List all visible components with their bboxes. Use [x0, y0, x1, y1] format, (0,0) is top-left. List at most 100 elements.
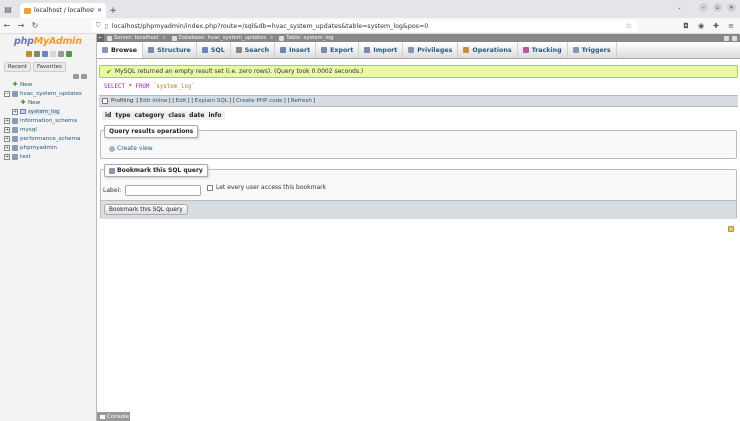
bookmark-label-input[interactable] [125, 185, 202, 196]
recent-tab[interactable]: Recent [4, 62, 32, 72]
bookmark-star-icon[interactable]: ☆ [626, 22, 632, 30]
maximize-icon[interactable]: ▫ [713, 3, 722, 12]
expand-icon[interactable]: + [12, 108, 18, 115]
page-icon: ▯ [104, 22, 108, 30]
edit-inline-link[interactable]: Edit inline [140, 98, 168, 104]
favorites-tab[interactable]: Favorites [33, 62, 66, 72]
tab-search[interactable]: Search [231, 42, 276, 58]
tab-export[interactable]: Export [316, 42, 360, 58]
back-icon[interactable]: ← [0, 18, 14, 34]
column-header-id[interactable]: id [105, 112, 111, 119]
edit-link[interactable]: Edit [176, 98, 187, 104]
url-text: localhost/phpmyadmin/index.php?route=/sq… [111, 22, 429, 30]
breadcrumb-database[interactable]: Database: hvac_system_updates [179, 35, 266, 41]
close-window-icon[interactable]: ✕ [727, 3, 736, 12]
tab-privileges[interactable]: Privileges [403, 42, 459, 58]
breadcrumb-server[interactable]: Server: localhost [114, 35, 159, 41]
database-icon [12, 126, 18, 133]
tree-item-label: test [20, 153, 31, 160]
tab-operations[interactable]: Operations [458, 42, 518, 58]
tree-item-New[interactable]: ✚ New [4, 80, 96, 89]
extensions-icon[interactable]: ✚ [711, 20, 721, 32]
create-view-link[interactable]: Create view [109, 145, 153, 152]
column-header-class[interactable]: class [168, 112, 185, 119]
query-results-operations-legend: Query results operations [104, 125, 199, 138]
tab-triggers[interactable]: Triggers [568, 42, 617, 58]
app-menu-icon[interactable]: ≡ [726, 20, 736, 32]
refresh-link[interactable]: Refresh [291, 98, 312, 104]
tree-item-performance-schema[interactable]: + performance_schema [4, 134, 96, 143]
column-header-type[interactable]: type [115, 112, 130, 119]
tree-item-system-log[interactable]: + system_log [4, 107, 96, 116]
share-bookmark-checkbox[interactable] [207, 184, 213, 191]
tree-item-label: phpmyadmin [20, 144, 57, 151]
link-panel-icon[interactable] [81, 74, 87, 79]
create-php-code-link[interactable]: Create PHP code [236, 98, 283, 104]
gear-icon[interactable] [724, 35, 729, 41]
tree-item-mysql[interactable]: + mysql [4, 125, 96, 134]
tab-browse[interactable]: Browse [97, 42, 144, 58]
tab-tracking[interactable]: Tracking [518, 42, 568, 58]
phpmyadmin-logo[interactable]: phpMyAdmin [14, 36, 82, 47]
table-icon [20, 109, 26, 114]
tab-insert[interactable]: Insert [275, 42, 317, 58]
reload-nav-icon[interactable] [66, 51, 72, 57]
minimize-icon[interactable]: – [699, 3, 708, 12]
tab-structure[interactable]: Structure [143, 42, 197, 58]
tab-import[interactable]: Import [359, 42, 404, 58]
browser-tab[interactable]: localhost / localhost / hv ✕ [20, 3, 106, 18]
tree-item-label: performance_schema [20, 135, 81, 142]
new-tab-button[interactable]: + [106, 3, 120, 18]
account-icon[interactable]: ◉ [696, 20, 706, 32]
expand-icon[interactable]: + [4, 117, 10, 124]
sql-options-bar: Profiling [Edit inline] [Edit] [Explain … [99, 95, 738, 107]
tree-item-label: hvac_system_updates [20, 90, 82, 97]
tab-sql[interactable]: SQL [197, 42, 231, 58]
database-icon [12, 144, 18, 151]
tree-item-New[interactable]: ✚ New [4, 98, 96, 107]
tab-list-icon[interactable]: ▤ [0, 0, 16, 18]
browse-icon [102, 47, 108, 53]
collapse-icon[interactable]: − [4, 90, 10, 97]
tree-item-phpmyadmin[interactable]: + phpmyadmin [4, 143, 96, 152]
notes-icon[interactable] [728, 226, 734, 232]
collapse-all-icon[interactable] [73, 74, 79, 79]
settings-icon[interactable] [58, 51, 64, 57]
logout-icon[interactable] [34, 51, 40, 57]
bookmark-icon [109, 167, 115, 174]
browser-navbar: ← → ↻ ⛉ ▯ localhost/phpmyadmin/index.php… [0, 18, 740, 34]
browser-tab-title: localhost / localhost / hv [34, 7, 94, 14]
reload-icon[interactable]: ↻ [28, 18, 42, 34]
column-header-info[interactable]: info [208, 112, 221, 119]
docs-icon[interactable] [50, 51, 56, 57]
bookmark-query-button[interactable]: Bookmark this SQL query [104, 204, 188, 215]
database-tree: ✚ New − hvac_system_updates ✚ New + system_log +… [4, 80, 96, 161]
forward-icon[interactable]: → [14, 18, 28, 34]
query-results-operations: Query results operations Create view [100, 125, 737, 159]
column-header-date[interactable]: date [189, 112, 204, 119]
home-icon[interactable] [26, 51, 32, 57]
expand-icon[interactable]: + [4, 144, 10, 151]
url-bar[interactable]: ⛉ ▯ localhost/phpmyadmin/index.php?route… [92, 20, 638, 32]
tree-item-label: New [20, 81, 33, 88]
help-icon[interactable] [42, 51, 48, 57]
pocket-icon[interactable]: ◘ [681, 20, 691, 32]
tree-item-information-schema[interactable]: + information_schema [4, 116, 96, 125]
expand-icon[interactable]: + [4, 126, 10, 133]
profiling-checkbox[interactable] [102, 98, 108, 104]
expand-icon[interactable] [732, 35, 737, 41]
expand-icon[interactable]: + [4, 135, 10, 142]
sql-query-display: SELECT * FROM `system_log` [99, 80, 738, 93]
close-tab-icon[interactable]: ✕ [97, 7, 102, 14]
console-toggle[interactable]: Console [97, 412, 130, 421]
breadcrumb-table[interactable]: Table: system_log [286, 35, 333, 41]
tree-item-test[interactable]: + test [4, 152, 96, 161]
collapse-arrow-icon[interactable]: ← [97, 34, 104, 42]
tree-item-hvac-system-updates[interactable]: − hvac_system_updates [4, 89, 96, 98]
explain-sql-link[interactable]: Explain SQL [195, 98, 228, 104]
database-icon [171, 35, 177, 41]
expand-icon[interactable]: + [4, 153, 10, 160]
tab-overflow-icon[interactable]: ⌄ [677, 4, 682, 11]
tracking-icon [522, 47, 529, 53]
column-header-category[interactable]: category [135, 112, 165, 119]
